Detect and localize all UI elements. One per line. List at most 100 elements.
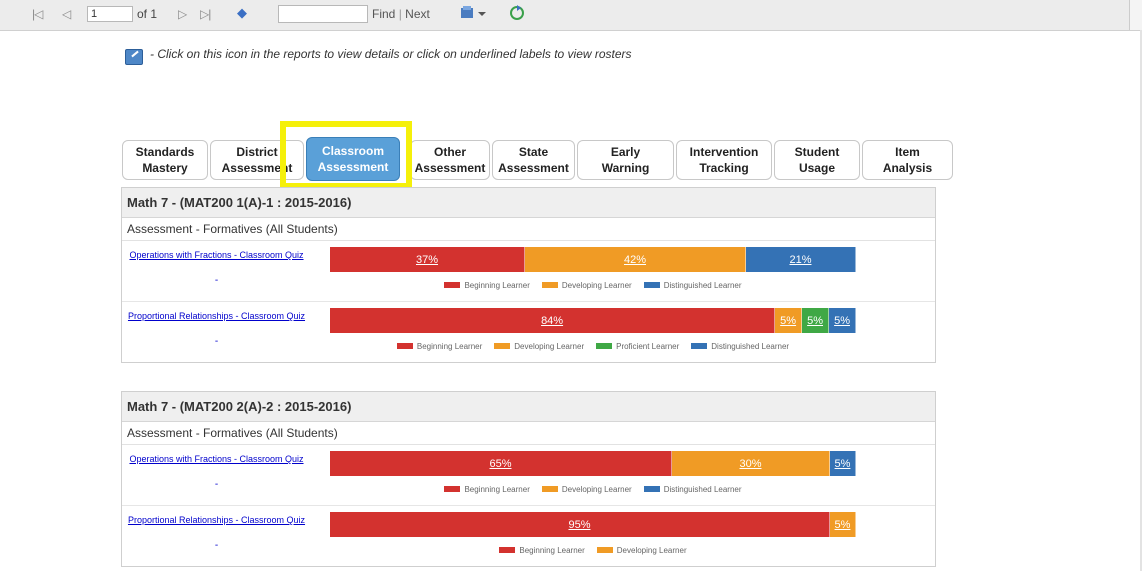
tab-label: Item Analysis	[883, 144, 932, 176]
tab-item-analysis[interactable]: Item Analysis	[862, 140, 953, 180]
find-separator: |	[398, 7, 402, 21]
legend-label: Developing Learner	[561, 484, 632, 494]
legend-item: Beginning Learner	[444, 281, 530, 290]
refresh-icon[interactable]	[508, 4, 526, 25]
tab-other-assessment[interactable]: Other Assessment	[410, 140, 490, 180]
bar-segment-beginning[interactable]: 84%	[330, 308, 776, 333]
tab-district-assessment[interactable]: District Assessment	[210, 140, 304, 180]
tab-state-assessment[interactable]: State Assessment	[492, 140, 575, 180]
last-page-icon[interactable]: ▷|	[200, 7, 211, 21]
tab-label-line2: Assessment	[221, 161, 293, 175]
tab-label-line1: Intervention	[689, 145, 759, 159]
legend-swatch	[541, 486, 558, 492]
bar-legend: Beginning Learner Developing Learner	[330, 544, 856, 556]
tab-label: Student Usage	[795, 144, 840, 176]
bar-segment-distinguished[interactable]: 5%	[830, 451, 856, 476]
bar-legend: Beginning Learner Developing Learner Profi…	[330, 340, 856, 352]
bar-segment-developing[interactable]: 30%	[672, 451, 830, 476]
legend-label: Beginning Learner	[464, 484, 530, 494]
tab-label: Classroom Assessment	[318, 143, 389, 175]
legend-label: Distinguished Learner	[711, 341, 790, 351]
legend-label: Beginning Learner	[416, 341, 483, 351]
legend-label: Developing Learner	[561, 280, 632, 290]
bar-segment-distinguished[interactable]: 21%	[746, 247, 856, 272]
legend-swatch	[444, 282, 461, 288]
tab-label: State Assessment	[498, 144, 569, 176]
legend-label: Proficient Learner	[616, 341, 680, 351]
tab-label-line1: Student	[794, 145, 840, 159]
assessment-link[interactable]: Proportional Relationships - Classroom Q…	[124, 515, 309, 525]
tab-label-line2: Analysis	[882, 161, 933, 175]
panel-subtitle: Assessment - Formatives (All Students)	[122, 218, 935, 241]
bar-segment-developing[interactable]: 42%	[525, 247, 746, 272]
tab-standards-mastery[interactable]: Standards Mastery	[122, 140, 208, 180]
assessment-dash: -	[214, 540, 219, 551]
legend-swatch	[643, 282, 660, 288]
tab-label: Other Assessment	[415, 144, 486, 176]
legend-swatch	[691, 343, 708, 349]
assessment-row: Proportional Relationships - Classroom Q…	[122, 302, 935, 362]
tab-label: Standards Mastery	[136, 144, 195, 176]
tab-label-line2: Assessment	[317, 160, 389, 174]
tab-label-line1: Other	[433, 145, 466, 159]
tab-student-usage[interactable]: Student Usage	[774, 140, 860, 180]
assessment-link[interactable]: Operations with Fractions - Classroom Qu…	[124, 454, 309, 464]
find-next-link[interactable]: Next	[405, 7, 430, 21]
bar-segment-proficient[interactable]: 5%	[802, 308, 830, 333]
legend-item: Distinguished Learner	[643, 484, 742, 494]
legend-item: Beginning Learner	[444, 484, 530, 494]
report-toolbar: |◁ ◁ of 1 ▷ ▷| ◆ Find | Next	[0, 0, 1142, 31]
next-page-icon[interactable]: ▷	[178, 7, 187, 21]
panel-subtitle: Assessment - Formatives (All Students)	[122, 422, 935, 445]
bar-segment-beginning[interactable]: 65%	[330, 451, 672, 476]
legend-item: Distinguished Learner	[643, 281, 742, 290]
back-icon[interactable]: ◆	[237, 5, 247, 21]
legend-swatch	[643, 486, 660, 492]
performance-bar: 95% 5%	[330, 512, 856, 537]
tab-label-line2: Usage	[798, 161, 835, 175]
tab-label-line1: Early	[610, 145, 641, 159]
assessment-dash: -	[214, 479, 219, 490]
legend-item: Proficient Learner	[596, 342, 679, 351]
legend-swatch	[396, 343, 413, 349]
page-count-label: of 1	[137, 7, 158, 21]
tab-label: Early Warning	[602, 144, 650, 176]
bar-segment-distinguished[interactable]: 5%	[829, 308, 857, 333]
bar-segment-developing[interactable]: 5%	[775, 308, 803, 333]
performance-bar: 84% 5% 5% 5%	[330, 308, 857, 333]
assessment-row: Proportional Relationships - Classroom Q…	[122, 506, 935, 566]
legend-swatch	[541, 282, 558, 288]
bar-segment-beginning[interactable]: 37%	[330, 247, 525, 272]
tab-label-line1: Item	[895, 145, 920, 159]
panel-title: Math 7 - (MAT200 2(A)-2 : 2015-2016)	[122, 392, 935, 422]
bar-segment-developing[interactable]: 5%	[830, 512, 856, 537]
first-page-icon[interactable]: |◁	[32, 7, 43, 21]
page-number-input[interactable]	[87, 6, 133, 22]
assessment-dash: -	[214, 275, 219, 286]
legend-item: Developing Learner	[494, 342, 584, 351]
tab-label-line2: Assessment	[498, 161, 569, 175]
export-icon[interactable]	[460, 4, 488, 25]
assessment-dash: -	[214, 336, 219, 347]
find-input[interactable]	[278, 5, 368, 23]
tab-label-line2: Assessment	[414, 161, 486, 175]
find-link[interactable]: Find	[372, 7, 395, 21]
assessment-link[interactable]: Operations with Fractions - Classroom Qu…	[124, 250, 309, 260]
tab-label-line1: District	[236, 145, 278, 159]
assessment-link[interactable]: Proportional Relationships - Classroom Q…	[124, 311, 309, 321]
assessment-row: Operations with Fractions - Classroom Qu…	[122, 445, 935, 506]
previous-page-icon[interactable]: ◁	[62, 7, 71, 21]
legend-swatch	[499, 547, 516, 553]
details-icon	[125, 49, 143, 65]
tab-classroom-assessment[interactable]: Classroom Assessment	[306, 137, 400, 181]
legend-swatch	[596, 343, 613, 349]
info-text: - Click on this icon in the reports to v…	[150, 47, 632, 61]
panel-title: Math 7 - (MAT200 1(A)-1 : 2015-2016)	[122, 188, 935, 218]
tab-early-warning[interactable]: Early Warning	[577, 140, 674, 180]
assessment-row: Operations with Fractions - Classroom Qu…	[122, 241, 935, 302]
tab-intervention-tracking[interactable]: Intervention Tracking	[676, 140, 772, 180]
legend-label: Distinguished Learner	[663, 484, 742, 494]
report-panel: Math 7 - (MAT200 2(A)-2 : 2015-2016) Asse…	[121, 391, 936, 567]
tab-label-line1: State	[518, 145, 549, 159]
bar-segment-beginning[interactable]: 95%	[330, 512, 830, 537]
